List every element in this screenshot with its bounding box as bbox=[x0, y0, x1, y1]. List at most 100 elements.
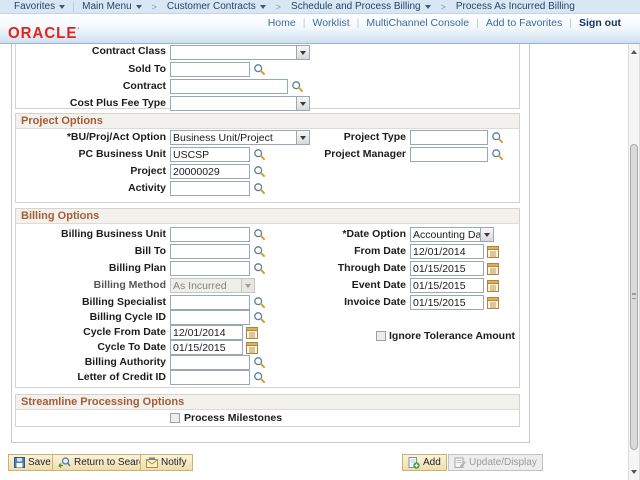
invoice-date-input[interactable] bbox=[410, 295, 484, 310]
activity-input[interactable] bbox=[170, 181, 250, 196]
lookup-icon[interactable] bbox=[291, 80, 304, 93]
scrollbar-down-button[interactable] bbox=[629, 466, 639, 478]
project-manager-label: Project Manager bbox=[240, 147, 406, 162]
billing-authority-label: Billing Authority bbox=[10, 355, 166, 370]
lookup-icon[interactable] bbox=[253, 356, 266, 369]
lookup-icon[interactable] bbox=[253, 165, 266, 178]
dropdown-button[interactable] bbox=[296, 46, 309, 59]
date-option-label: *Date Option bbox=[240, 227, 406, 242]
link-separator: | bbox=[357, 17, 360, 29]
billing-specialist-input[interactable] bbox=[170, 295, 250, 310]
add-button[interactable]: Add bbox=[402, 454, 447, 471]
pc-business-unit-input[interactable] bbox=[170, 147, 250, 162]
ignore-tolerance-checkbox[interactable] bbox=[376, 331, 386, 341]
billing-plan-label: Billing Plan bbox=[10, 261, 166, 276]
save-button-label: Save bbox=[28, 457, 51, 468]
breadcrumb-schedule-billing[interactable]: Schedule and Process Billing bbox=[285, 0, 437, 13]
billing-cycle-id-label: Billing Cycle ID bbox=[10, 310, 166, 325]
lookup-icon[interactable] bbox=[253, 371, 266, 384]
lookup-icon[interactable] bbox=[253, 182, 266, 195]
billing-cycle-id-input[interactable] bbox=[170, 310, 250, 325]
scrollbar-up-button[interactable] bbox=[629, 46, 639, 58]
sold-to-input[interactable] bbox=[170, 62, 250, 77]
breadcrumb-favorites[interactable]: Favorites bbox=[8, 0, 71, 13]
update-display-icon bbox=[454, 457, 466, 469]
project-type-input[interactable] bbox=[410, 130, 488, 145]
breadcrumb-customer-contracts-label: Customer Contracts bbox=[167, 1, 256, 12]
multichannel-console-link[interactable]: MultiChannel Console bbox=[366, 17, 469, 29]
vertical-scrollbar[interactable] bbox=[628, 44, 640, 480]
through-date-label: Through Date bbox=[240, 261, 406, 276]
lookup-icon[interactable] bbox=[491, 148, 504, 161]
save-button[interactable]: Save bbox=[8, 454, 57, 471]
project-label: Project bbox=[10, 164, 166, 179]
cycle-from-date-label: Cycle From Date bbox=[10, 325, 166, 340]
calendar-icon[interactable] bbox=[246, 326, 259, 339]
pc-business-unit-label: PC Business Unit bbox=[10, 147, 166, 162]
return-to-search-button-label: Return to Search bbox=[74, 457, 150, 468]
chevron-down-icon bbox=[136, 5, 142, 9]
home-link[interactable]: Home bbox=[268, 17, 296, 29]
breadcrumb-main-menu[interactable]: Main Menu bbox=[76, 0, 147, 13]
contract-input[interactable] bbox=[170, 79, 288, 94]
breadcrumb-customer-contracts[interactable]: Customer Contracts bbox=[161, 0, 272, 13]
calendar-icon[interactable] bbox=[487, 279, 500, 292]
save-icon bbox=[14, 457, 25, 468]
page-header: ORACLE’ Home | Worklist | MultiChannel C… bbox=[0, 14, 640, 44]
cost-plus-fee-type-select[interactable] bbox=[170, 96, 310, 111]
scrollbar-grip-icon bbox=[632, 293, 636, 295]
breadcrumb-separator: > bbox=[152, 2, 157, 12]
breadcrumb-schedule-billing-label: Schedule and Process Billing bbox=[291, 1, 421, 12]
contract-class-label: Contract Class bbox=[10, 44, 166, 59]
activity-label: Activity bbox=[10, 181, 166, 196]
calendar-icon[interactable] bbox=[487, 296, 500, 309]
dropdown-button[interactable] bbox=[296, 97, 309, 110]
notify-button[interactable]: Notify bbox=[140, 454, 193, 471]
lookup-icon[interactable] bbox=[491, 131, 504, 144]
cycle-from-date-input[interactable] bbox=[170, 325, 243, 340]
process-milestones-checkbox[interactable] bbox=[170, 413, 180, 423]
link-separator: | bbox=[569, 17, 572, 29]
link-separator: | bbox=[476, 17, 479, 29]
breadcrumb: Favorites Main Menu > Customer Contracts… bbox=[0, 0, 640, 14]
through-date-input[interactable] bbox=[410, 261, 484, 276]
billing-business-unit-input[interactable] bbox=[170, 227, 250, 242]
lookup-icon[interactable] bbox=[253, 311, 266, 324]
update-display-button: Update/Display bbox=[448, 454, 543, 471]
letter-of-credit-id-input[interactable] bbox=[170, 370, 250, 385]
scrollbar-down-icon bbox=[631, 470, 637, 474]
oracle-logo: ORACLE’ bbox=[8, 25, 80, 43]
project-options-title: Project Options bbox=[16, 114, 519, 129]
project-input[interactable] bbox=[170, 164, 250, 179]
contract-class-value bbox=[171, 46, 296, 59]
billing-authority-input[interactable] bbox=[170, 355, 250, 370]
project-manager-input[interactable] bbox=[410, 147, 488, 162]
calendar-icon[interactable] bbox=[246, 341, 259, 354]
bill-to-input[interactable] bbox=[170, 244, 250, 259]
dropdown-button[interactable] bbox=[480, 228, 493, 241]
contract-class-select[interactable] bbox=[170, 45, 310, 60]
date-option-select[interactable]: Accounting Date bbox=[410, 227, 494, 242]
process-milestones-label: Process Milestones bbox=[184, 412, 282, 425]
from-date-label: From Date bbox=[240, 244, 406, 259]
chevron-down-icon bbox=[300, 102, 306, 106]
scrollbar-thumb[interactable] bbox=[630, 144, 638, 450]
calendar-icon[interactable] bbox=[487, 262, 500, 275]
cost-plus-fee-type-label: Cost Plus Fee Type bbox=[10, 96, 166, 111]
lookup-icon[interactable] bbox=[253, 63, 266, 76]
event-date-input[interactable] bbox=[410, 278, 484, 293]
calendar-icon[interactable] bbox=[487, 245, 500, 258]
billing-plan-input[interactable] bbox=[170, 261, 250, 276]
add-icon bbox=[408, 457, 420, 469]
add-to-favorites-link[interactable]: Add to Favorites bbox=[486, 17, 562, 29]
chevron-down-icon bbox=[484, 233, 490, 237]
worklist-link[interactable]: Worklist bbox=[312, 17, 349, 29]
letter-of-credit-id-label: Letter of Credit ID bbox=[10, 370, 166, 385]
bu-proj-act-option-label: *BU/Proj/Act Option bbox=[10, 130, 166, 145]
cycle-to-date-input[interactable] bbox=[170, 340, 243, 355]
billing-options-title: Billing Options bbox=[16, 209, 519, 224]
breadcrumb-separator: > bbox=[441, 2, 446, 12]
from-date-input[interactable] bbox=[410, 244, 484, 259]
sign-out-link[interactable]: Sign out bbox=[579, 17, 621, 29]
billing-specialist-label: Billing Specialist bbox=[10, 295, 166, 310]
